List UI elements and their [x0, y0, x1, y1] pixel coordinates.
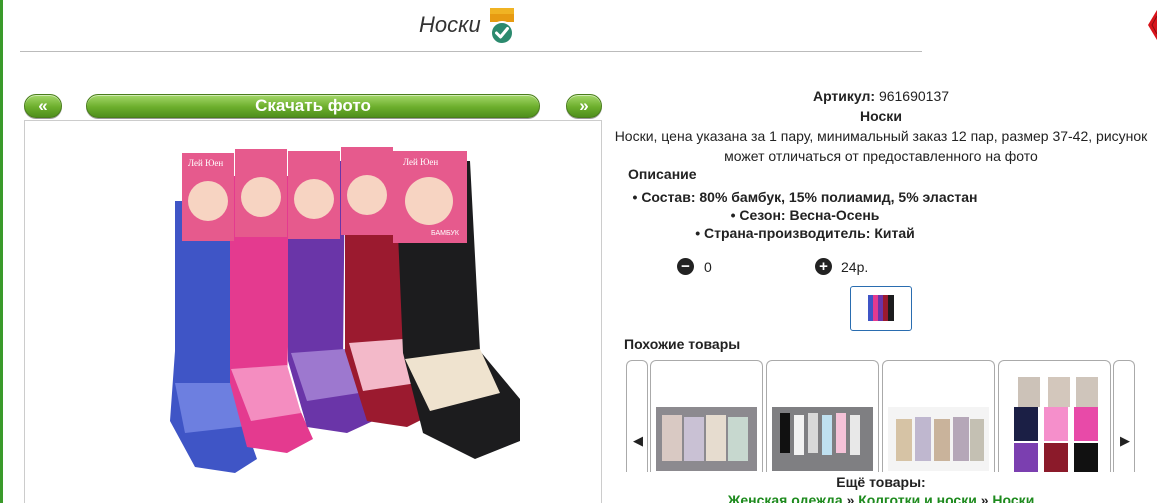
similar-product-image [1004, 377, 1105, 472]
product-description-line1: Носки, цена указана за 1 пару, минимальн… [614, 128, 1148, 144]
minus-icon[interactable]: − [677, 258, 694, 275]
breadcrumb-link-womens-clothing[interactable]: Женская одежда [728, 492, 843, 503]
breadcrumb: Женская одежда » Колготки и носки » Носк… [605, 492, 1157, 503]
spec-item: Страна-производитель: Китай [605, 224, 1005, 242]
article-label: Артикул: [812, 88, 876, 104]
similar-product-card[interactable] [998, 360, 1111, 472]
product-photo: Лей Юен Лей Юен БАМБУК [24, 120, 602, 503]
similar-product-card[interactable] [650, 360, 763, 472]
description-heading: Описание [628, 166, 697, 182]
product-description-line2: может отличаться от предоставленного на … [724, 148, 1038, 164]
thumbnail-image [868, 295, 894, 321]
price-value: 24р. [841, 259, 869, 275]
carousel-prev-button[interactable]: ◀ [626, 360, 648, 472]
photo-next-button[interactable]: » [566, 94, 602, 118]
quantity-control: − 0 + 24р. [0, 258, 1157, 276]
similar-product-image [772, 407, 873, 471]
quantity-value: 0 [704, 259, 712, 275]
label-brand-text: Лей Юен [188, 158, 223, 168]
chevron-left-icon: ◀ [633, 433, 643, 448]
breadcrumb-separator: » [980, 492, 989, 503]
similar-product-card[interactable] [882, 360, 995, 472]
spec-list: Состав: 80% бамбук, 15% полиамид, 5% эла… [605, 188, 1005, 242]
selected-photo-thumbnail[interactable] [850, 286, 912, 331]
left-accent-bar [0, 0, 3, 503]
product-info: Артикул: 961690137 Носки Носки, цена ука… [605, 86, 1157, 166]
download-photo-button[interactable]: Скачать фото [86, 94, 540, 118]
photo-prev-button[interactable]: « [24, 94, 62, 118]
breadcrumb-link-socks[interactable]: Носки [992, 492, 1034, 503]
similar-product-card[interactable] [766, 360, 879, 472]
verified-badge-icon [490, 8, 514, 45]
carousel-next-button[interactable]: ▶ [1113, 360, 1135, 472]
spec-item: Сезон: Весна-Осень [605, 206, 1005, 224]
similar-products-heading: Похожие товары [624, 336, 741, 352]
similar-product-image [888, 407, 989, 471]
socks-illustration: Лей Юен Лей Юен БАМБУК [170, 147, 520, 473]
chevron-right-icon: ▶ [1120, 433, 1130, 448]
title-divider [20, 51, 922, 52]
breadcrumb-separator: » [846, 492, 855, 503]
article-value: 961690137 [878, 88, 950, 104]
label-brand-text: Лей Юен [403, 157, 438, 167]
similar-product-image [656, 407, 757, 471]
label-sub-text: БАМБУК [431, 230, 460, 237]
more-products-heading: Ещё товары: [836, 474, 926, 490]
plus-icon[interactable]: + [815, 258, 832, 275]
page-title: Носки [419, 12, 481, 37]
close-icon[interactable] [1145, 10, 1157, 40]
page-header: Носки [0, 0, 1010, 52]
spec-item: Состав: 80% бамбук, 15% полиамид, 5% эла… [605, 188, 1005, 206]
product-name: Носки [860, 108, 902, 124]
breadcrumb-link-tights-socks[interactable]: Колготки и носки [858, 492, 977, 503]
